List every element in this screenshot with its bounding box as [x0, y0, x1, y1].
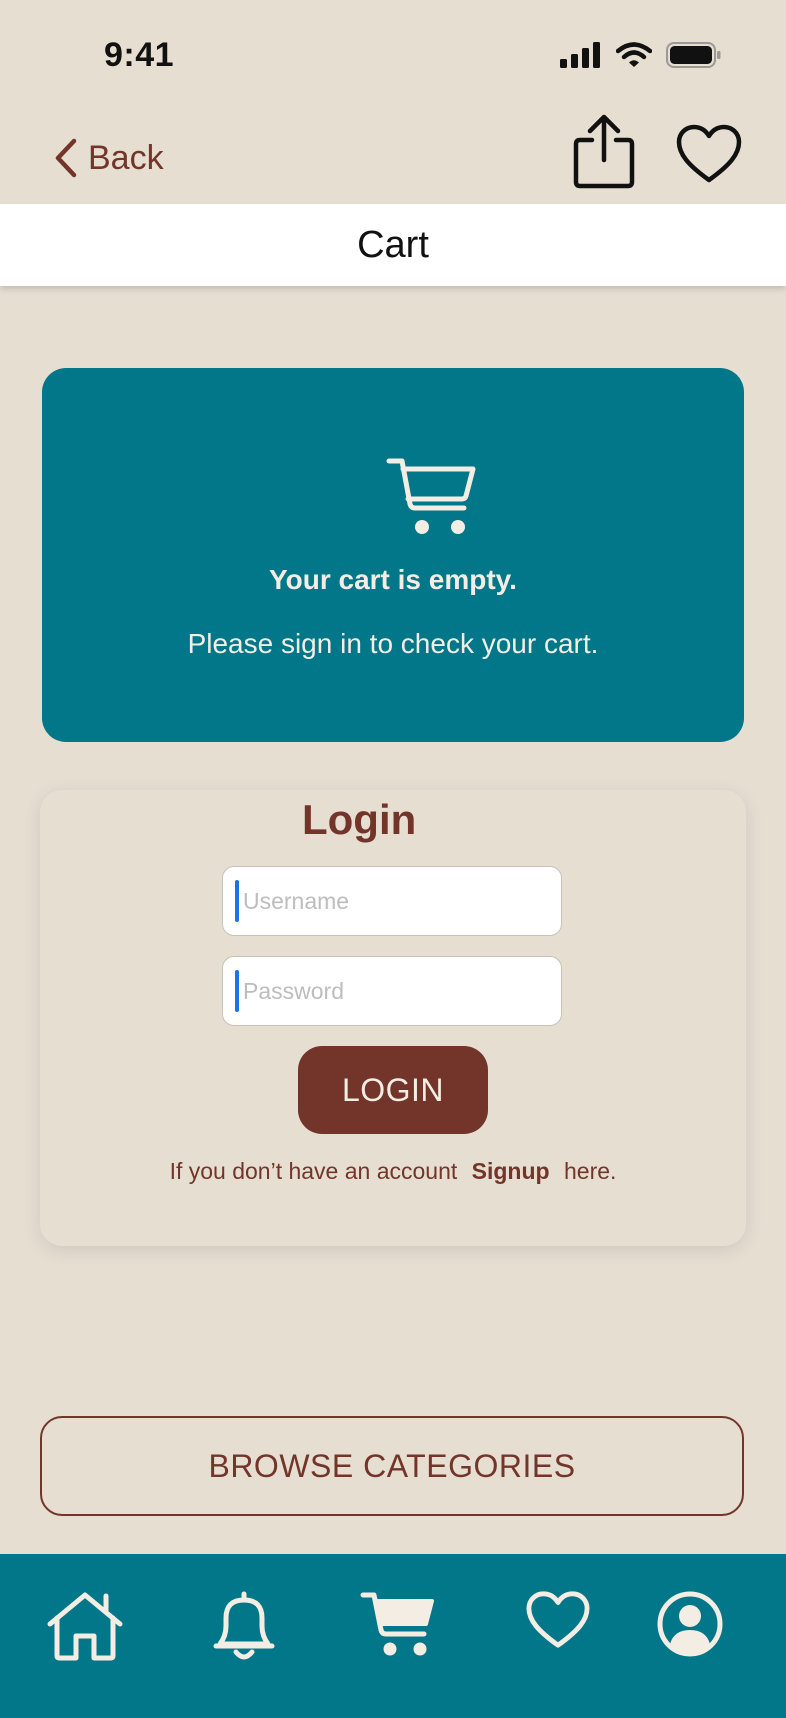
login-button[interactable]: LOGIN: [298, 1046, 488, 1134]
favorite-button[interactable]: [676, 124, 742, 189]
signup-link[interactable]: Signup: [472, 1158, 550, 1184]
signup-suffix: here.: [563, 1158, 617, 1184]
empty-cart-card: Your cart is empty. Please sign in to ch…: [42, 368, 744, 742]
battery-icon: [666, 42, 721, 68]
profile-icon: [657, 1591, 723, 1657]
title-bar: Cart: [0, 204, 786, 286]
browse-categories-button[interactable]: BROWSE CATEGORIES: [40, 1416, 744, 1516]
password-input[interactable]: [243, 977, 543, 1005]
username-field[interactable]: [222, 866, 562, 936]
signup-prefix: If you don’t have an account: [169, 1158, 458, 1184]
tab-profile[interactable]: [656, 1590, 724, 1663]
username-input[interactable]: [243, 887, 543, 915]
status-icons: [560, 42, 722, 68]
tab-bar: [0, 1554, 786, 1718]
share-button[interactable]: [572, 114, 636, 195]
tab-notifications[interactable]: [212, 1590, 276, 1667]
back-button[interactable]: Back: [54, 138, 164, 178]
text-caret: [235, 970, 239, 1012]
bell-icon: [213, 1591, 275, 1660]
empty-cart-title: Your cart is empty.: [269, 564, 517, 595]
empty-cart-message: Please sign in to check your cart.: [187, 628, 599, 659]
home-icon: [47, 1592, 123, 1661]
password-field[interactable]: [222, 956, 562, 1026]
tab-home[interactable]: [46, 1590, 124, 1667]
cart-icon: [386, 458, 476, 534]
tab-favorites[interactable]: [526, 1590, 590, 1655]
tab-cart[interactable]: [360, 1590, 436, 1663]
nav-bar: Back: [0, 110, 786, 202]
login-title: Login: [302, 796, 417, 843]
chevron-left-icon: [55, 138, 77, 178]
signup-prompt: If you don’t have an account Signup here…: [40, 1158, 746, 1185]
page-title: Cart: [357, 223, 429, 266]
status-time: 9:41: [104, 36, 175, 74]
text-caret: [235, 880, 239, 922]
heart-icon: [526, 1591, 590, 1648]
share-icon: [573, 114, 635, 189]
back-label: Back: [88, 138, 164, 177]
heart-icon: [676, 124, 742, 183]
status-bar: 9:41: [0, 0, 786, 100]
cart-icon: [360, 1592, 434, 1656]
login-card: Login LOGIN If you don’t have an account…: [40, 790, 746, 1246]
signal-icon: [560, 42, 600, 68]
wifi-icon: [616, 42, 652, 67]
